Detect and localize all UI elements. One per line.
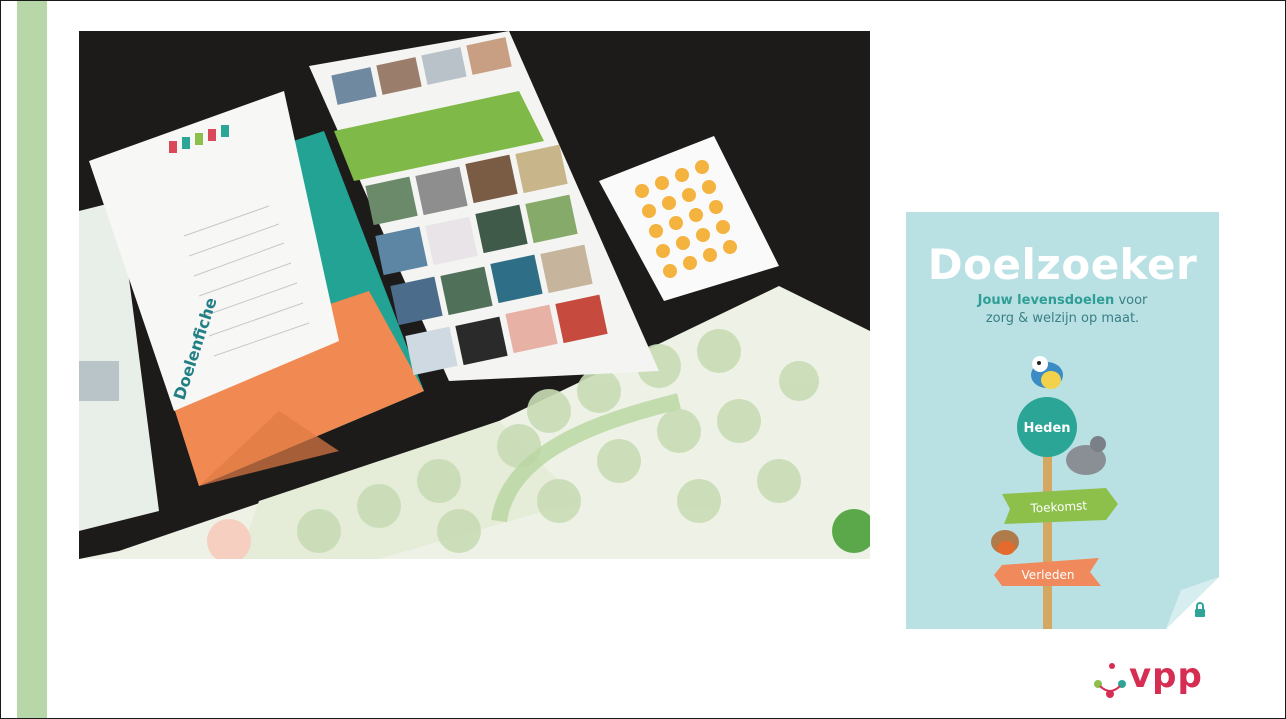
cover-subtitle-bold: Jouw levensdoelen — [977, 293, 1115, 308]
cover-subtitle-line2: zorg & welzijn op maat. — [985, 311, 1140, 326]
left-accent-bar — [17, 1, 47, 718]
cover-title: Doelzoeker — [927, 240, 1198, 289]
vpp-logo: vpp — [1093, 656, 1223, 704]
doelzoeker-cover: Heden Toekomst Verleden Doelzoeker Jouw … — [906, 212, 1219, 629]
product-photo: Doelenfiche — [79, 31, 870, 559]
slide: Doelenfiche Heden Toekomst Verleden Doel… — [0, 0, 1286, 719]
cover-subtitle-rest: voor — [1114, 293, 1148, 308]
vpp-logo-text: vpp — [1129, 656, 1203, 696]
vpp-mark-icon — [1094, 663, 1126, 698]
cover-subtitle: Jouw levensdoelen voor zorg & welzijn op… — [906, 292, 1219, 328]
sign-verleden: Verleden — [1022, 568, 1075, 582]
sign-heden: Heden — [1023, 421, 1070, 436]
